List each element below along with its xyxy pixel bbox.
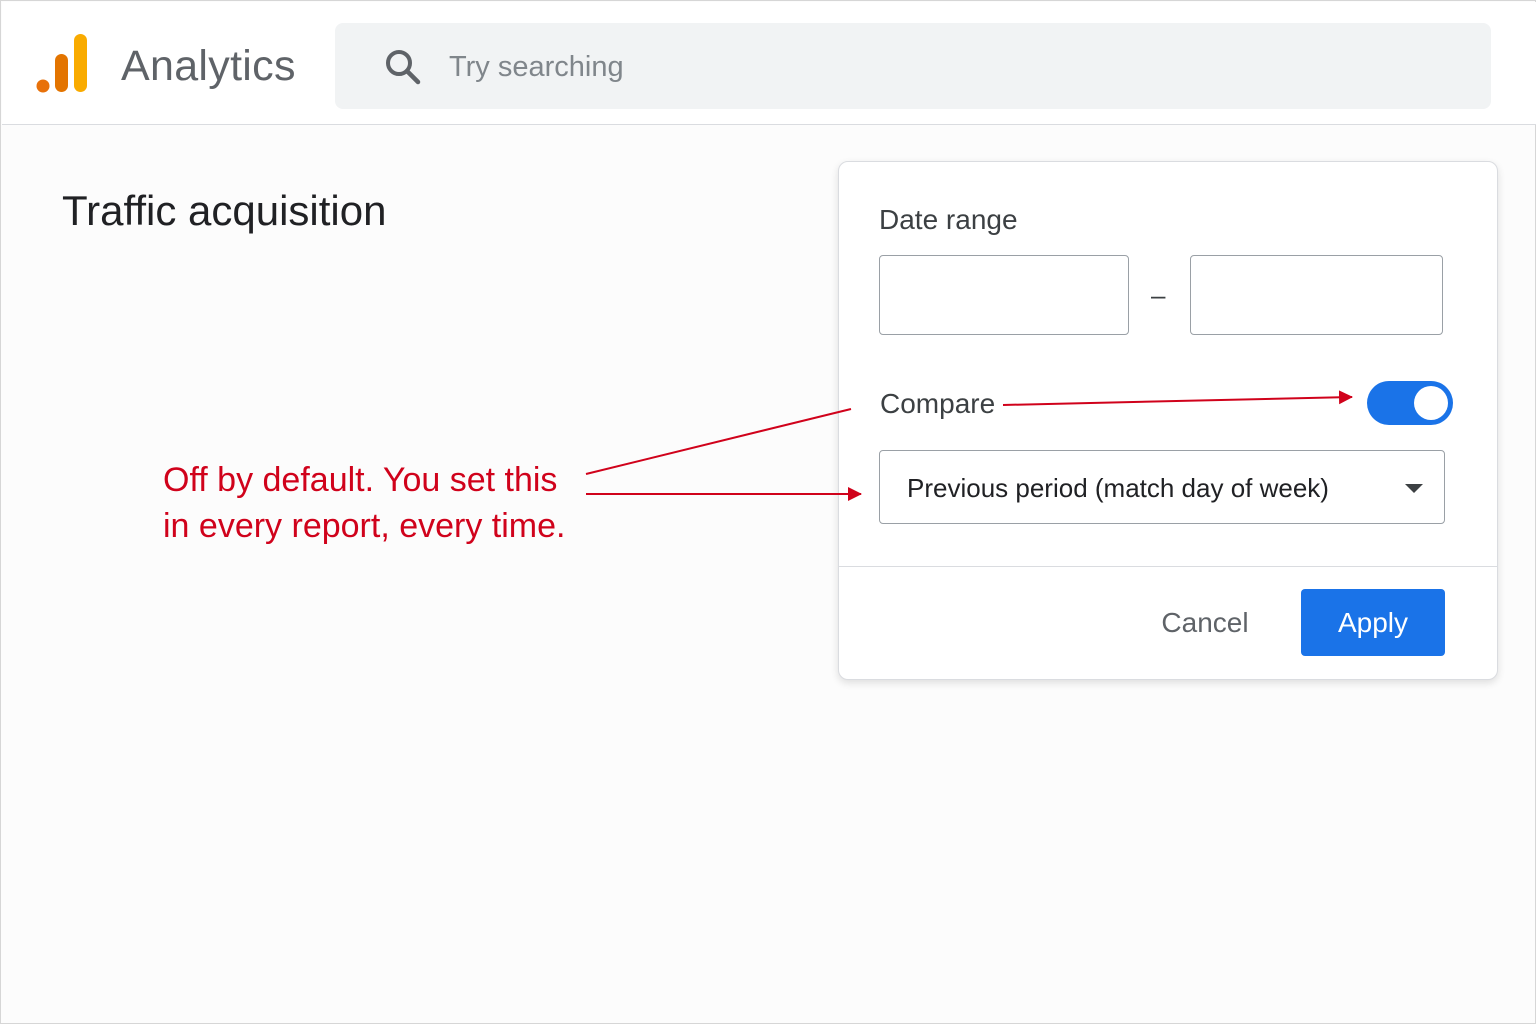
toggle-knob	[1414, 386, 1448, 420]
compare-period-dropdown[interactable]: Previous period (match day of week)	[879, 450, 1445, 524]
dialog-divider	[839, 566, 1497, 567]
apply-button[interactable]: Apply	[1301, 589, 1445, 656]
compare-period-value: Previous period (match day of week)	[907, 473, 1329, 503]
search-bar[interactable]	[335, 23, 1491, 109]
page-title: Traffic acquisition	[62, 187, 387, 234]
date-separator: –	[1151, 280, 1166, 310]
compare-toggle[interactable]	[1367, 381, 1453, 425]
dropdown-arrow-icon	[1405, 484, 1423, 493]
app-frame: Analytics Traffic acquisition Date range…	[0, 0, 1536, 1024]
search-icon[interactable]	[383, 47, 423, 87]
annotation-line-2: in every report, every time.	[163, 507, 566, 545]
date-range-dialog: Date range – Compare Previous period (ma…	[838, 161, 1498, 680]
annotation-callout: Off by default. You set this in every re…	[163, 457, 603, 549]
analytics-logo-icon	[36, 34, 87, 93]
annotation-line-1: Off by default. You set this	[163, 461, 558, 499]
top-header: Analytics	[2, 2, 1536, 125]
cancel-button[interactable]: Cancel	[1147, 590, 1263, 656]
compare-label: Compare	[880, 388, 996, 419]
app-title: Analytics	[121, 42, 296, 90]
end-date-field[interactable]	[1190, 255, 1443, 335]
search-input[interactable]	[449, 47, 1349, 87]
start-date-field[interactable]	[879, 255, 1129, 335]
date-range-label: Date range	[879, 204, 1018, 235]
